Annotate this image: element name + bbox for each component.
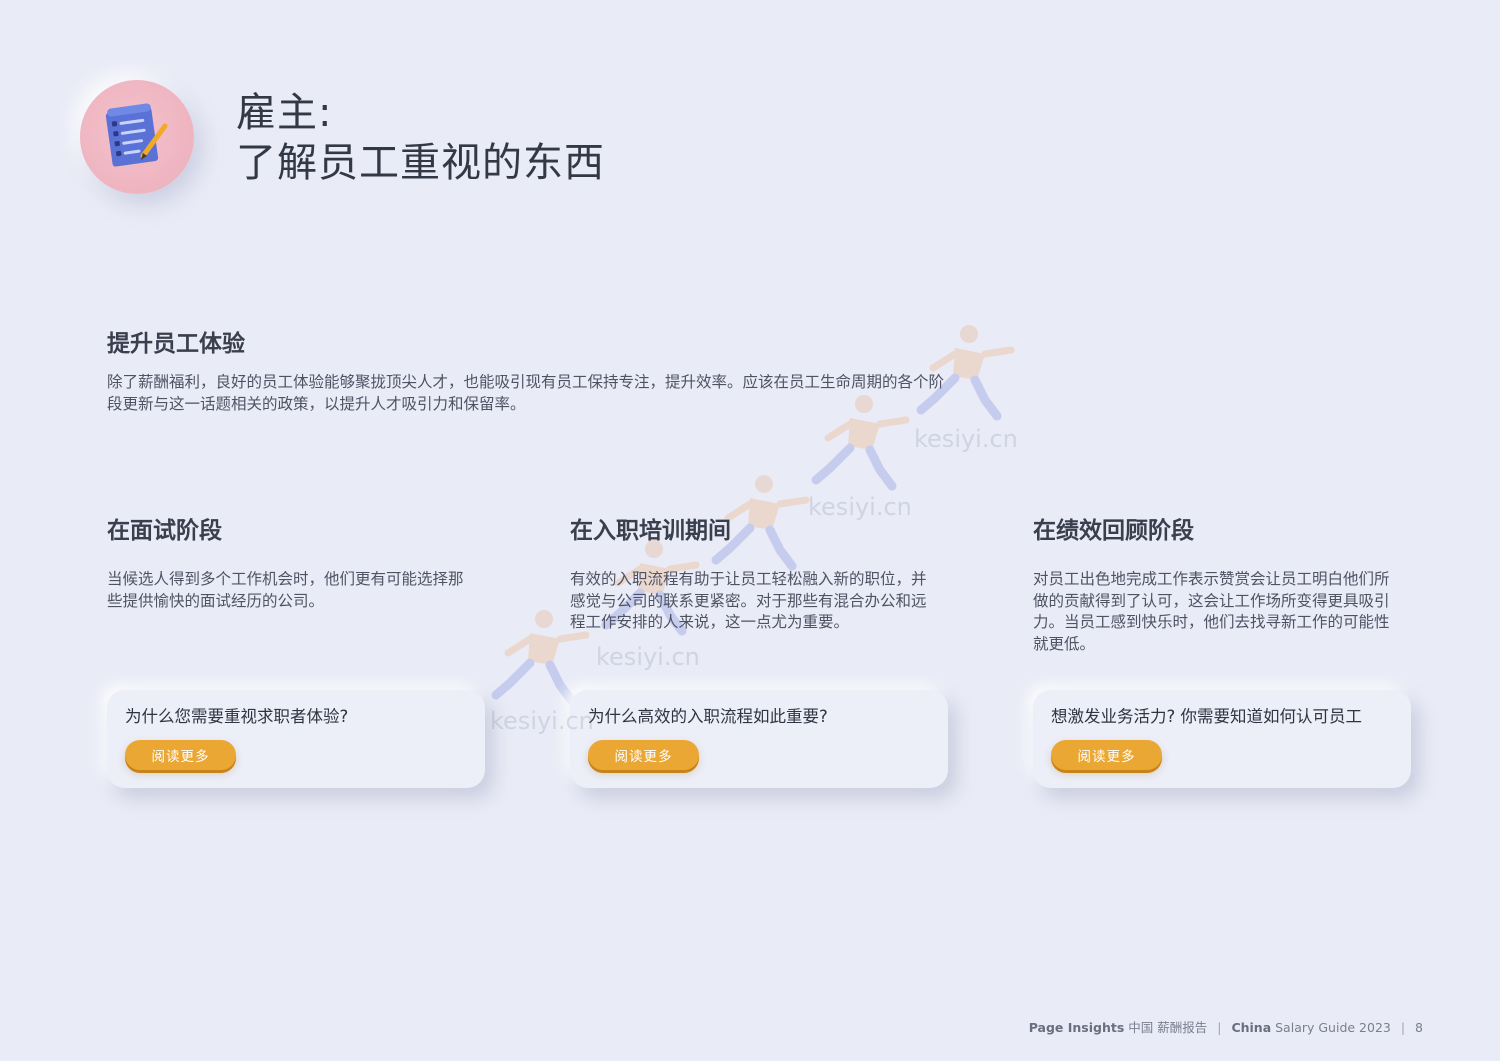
article-card-candidate-experience: 为什么您需要重视求职者体验? 阅读更多 — [107, 690, 485, 788]
article-card-recognition: 想激发业务活力? 你需要知道如何认可员工 阅读更多 — [1033, 690, 1411, 788]
header-badge — [80, 80, 194, 194]
read-more-button[interactable]: 阅读更多 — [1051, 740, 1162, 770]
read-more-button[interactable]: 阅读更多 — [588, 740, 699, 770]
card-title: 为什么您需要重视求职者体验? — [125, 707, 349, 726]
footer-guide: Salary Guide 2023 — [1275, 1020, 1391, 1035]
footer-brand-cn: 中国 薪酬报告 — [1128, 1020, 1208, 1035]
column-performance-review: 在绩效回顾阶段 对员工出色地完成工作表示赞赏会让员工明白他们所做的贡献得到了认可… — [1033, 511, 1413, 655]
card-title: 想激发业务活力? 你需要知道如何认可员工 — [1051, 707, 1363, 726]
footer-guide-bold: China — [1231, 1020, 1272, 1035]
column-heading: 在入职培训期间 — [570, 518, 731, 544]
page-title-line2: 了解员工重视的东西 — [236, 140, 605, 186]
document-checklist-icon — [105, 103, 168, 167]
footer-separator: | — [1217, 1020, 1222, 1035]
page-number: 8 — [1415, 1020, 1423, 1035]
footer-separator: | — [1400, 1020, 1406, 1035]
intro-text: 除了薪酬福利，良好的员工体验能够聚拢顶尖人才，也能吸引现有员工保持专注，提升效率… — [107, 373, 945, 413]
column-text: 对员工出色地完成工作表示赞赏会让员工明白他们所做的贡献得到了认可，这会让工作场所… — [1033, 570, 1390, 653]
column-interview: 在面试阶段 当候选人得到多个工作机会时，他们更有可能选择那些提供愉快的面试经历的… — [107, 511, 487, 612]
article-card-onboarding: 为什么高效的入职流程如此重要? 阅读更多 — [570, 690, 948, 788]
watermark-text: kesiyi.cn — [914, 425, 1018, 453]
footer-brand: Page Insights — [1028, 1020, 1125, 1035]
column-onboarding: 在入职培训期间 有效的入职流程有助于让员工轻松融入新的职位，并感觉与公司的联系更… — [570, 511, 950, 634]
column-heading: 在绩效回顾阶段 — [1033, 518, 1194, 544]
intro-heading: 提升员工体验 — [107, 331, 245, 357]
read-more-button[interactable]: 阅读更多 — [125, 740, 236, 770]
card-title: 为什么高效的入职流程如此重要? — [588, 707, 828, 726]
page-title: 雇主: 了解员工重视的东西 — [236, 88, 605, 188]
page-title-line1: 雇主: — [236, 90, 333, 136]
column-text: 当候选人得到多个工作机会时，他们更有可能选择那些提供愉快的面试经历的公司。 — [107, 570, 464, 610]
column-heading: 在面试阶段 — [107, 518, 222, 544]
page-footer: Page Insights 中国 薪酬报告 | China Salary Gui… — [1029, 1017, 1423, 1036]
column-text: 有效的入职流程有助于让员工轻松融入新的职位，并感觉与公司的联系更紧密。对于那些有… — [570, 570, 927, 631]
watermark-text: kesiyi.cn — [596, 643, 700, 671]
